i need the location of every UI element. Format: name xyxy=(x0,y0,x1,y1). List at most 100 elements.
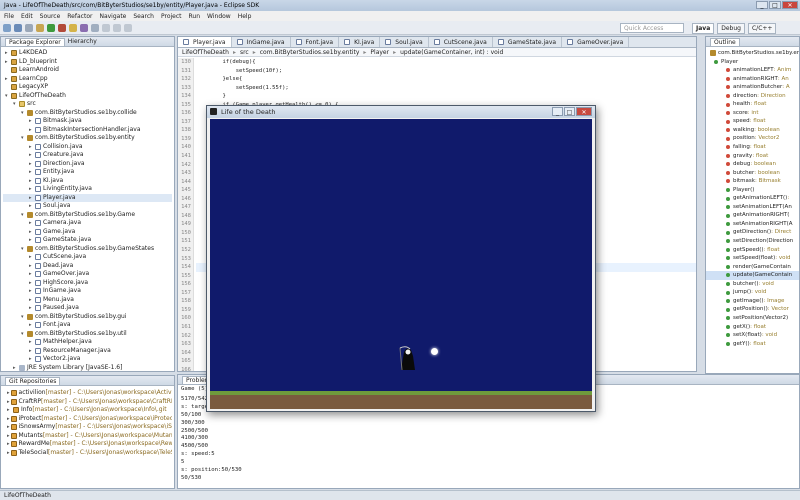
expand-arrow-icon[interactable]: ▾ xyxy=(21,313,26,322)
expand-arrow-icon[interactable]: ▸ xyxy=(29,151,34,160)
breadcrumb-item[interactable]: src xyxy=(240,49,249,56)
outline-member[interactable]: getImage() : Image xyxy=(706,297,799,306)
expand-arrow-icon[interactable]: ▸ xyxy=(29,262,34,271)
outline-member[interactable]: butcher : boolean xyxy=(706,169,799,178)
editor-tab[interactable]: Soul.java xyxy=(380,37,429,47)
expand-arrow-icon[interactable]: ▸ xyxy=(29,270,34,279)
tree-item[interactable]: ▸ Creature.java xyxy=(3,151,172,160)
tree-item[interactable]: ▸ ResourceManager.java xyxy=(3,347,172,356)
tree-item[interactable]: ▸ Dead.java xyxy=(3,262,172,271)
outline-member[interactable]: animationLEFT : Anim xyxy=(706,66,799,75)
git-repo-item[interactable]: ▸ Mutants [master] - C:\Users\Jonas\works… xyxy=(3,432,172,441)
code-line[interactable]: if(debug){ xyxy=(196,58,696,67)
tree-item[interactable]: ▸ Player.java xyxy=(3,193,172,203)
outline-member[interactable]: setPosition(Vector2) xyxy=(706,314,799,323)
tree-item[interactable]: ▾ com.BitByterStudios.se1by.util xyxy=(3,330,172,339)
editor-tab[interactable]: GameState.java xyxy=(493,37,563,47)
outline-member[interactable]: walking : boolean xyxy=(706,126,799,135)
tree-item[interactable]: ▾ LifeOfTheDeath xyxy=(3,92,172,101)
code-line[interactable]: } xyxy=(196,92,696,101)
quick-access-input[interactable]: Quick Access xyxy=(620,23,684,33)
expand-arrow-icon[interactable]: ▸ xyxy=(29,185,34,194)
tree-item[interactable]: ▸ LearnCpp xyxy=(3,75,172,84)
tree-item[interactable]: ▸ Vector2.java xyxy=(3,355,172,364)
tree-item[interactable]: ▸ Collision.java xyxy=(3,143,172,152)
outline-member[interactable]: animationRIGHT : An xyxy=(706,75,799,84)
external-tools-icon[interactable] xyxy=(58,24,66,32)
run-icon[interactable] xyxy=(47,24,55,32)
menu-item-source[interactable]: Source xyxy=(40,13,61,20)
git-repo-item[interactable]: ▸ activilion [master] - C:\Users\Jonas\wo… xyxy=(3,389,172,398)
outline-member[interactable]: getAnimationRIGHT( xyxy=(706,211,799,220)
outline-member[interactable]: bitmask : Bitmask xyxy=(706,177,799,186)
tree-item[interactable]: ▾ com.BitByterStudios.se1by.gui xyxy=(3,313,172,322)
editor-tab[interactable]: GameOver.java xyxy=(562,37,630,47)
breadcrumb-item[interactable]: LifeOfTheDeath xyxy=(182,49,229,56)
expand-arrow-icon[interactable]: ▸ xyxy=(7,432,10,441)
tree-item[interactable]: ▾ com.BitByterStudios.se1by.GameStates xyxy=(3,245,172,254)
open-type-icon[interactable] xyxy=(91,24,99,32)
tree-item[interactable]: ▸ MathHelper.java xyxy=(3,338,172,347)
expand-arrow-icon[interactable]: ▸ xyxy=(7,440,10,449)
game-window[interactable]: Life of the Death _ □ ✕ xyxy=(206,105,596,412)
editor-tab[interactable]: CutScene.java xyxy=(429,37,493,47)
minimize-button[interactable]: _ xyxy=(756,1,768,9)
expand-arrow-icon[interactable]: ▾ xyxy=(21,330,26,339)
code-line[interactable]: setSpeed(10f); xyxy=(196,67,696,76)
outline-member[interactable]: render(GameContain xyxy=(706,263,799,272)
outline-member[interactable]: butcher() : void xyxy=(706,280,799,289)
tree-item[interactable]: ▸ KI.java xyxy=(3,177,172,186)
tree-item[interactable]: ▸ Soul.java xyxy=(3,202,172,211)
expand-arrow-icon[interactable]: ▸ xyxy=(5,75,10,84)
expand-arrow-icon[interactable]: ▸ xyxy=(29,160,34,169)
menu-item-edit[interactable]: Edit xyxy=(21,13,33,20)
menu-item-refactor[interactable]: Refactor xyxy=(67,13,92,20)
expand-arrow-icon[interactable]: ▸ xyxy=(29,177,34,186)
code-line[interactable]: }else{ xyxy=(196,75,696,84)
expand-arrow-icon[interactable]: ▸ xyxy=(29,304,34,313)
perspective-java[interactable]: Java xyxy=(692,23,715,34)
outline-member[interactable]: direction : Direction xyxy=(706,92,799,101)
tree-item[interactable]: ▸ Font.java xyxy=(3,321,172,330)
outline-member[interactable]: Player() xyxy=(706,186,799,195)
outline-class[interactable]: Player xyxy=(706,58,799,67)
outline-member[interactable]: getPosition() : Vector xyxy=(706,305,799,314)
tree-item[interactable]: LearnAndroid xyxy=(3,66,172,75)
expand-arrow-icon[interactable]: ▸ xyxy=(29,228,34,237)
expand-arrow-icon[interactable]: ▸ xyxy=(7,449,10,458)
maximize-button[interactable]: □ xyxy=(769,1,781,9)
expand-arrow-icon[interactable]: ▸ xyxy=(7,423,10,432)
expand-arrow-icon[interactable]: ▸ xyxy=(7,398,10,407)
outline-member[interactable]: speed : float xyxy=(706,117,799,126)
expand-arrow-icon[interactable]: ▸ xyxy=(29,321,34,330)
game-close-button[interactable]: ✕ xyxy=(576,107,592,116)
expand-arrow-icon[interactable]: ▸ xyxy=(29,143,34,152)
expand-arrow-icon[interactable]: ▸ xyxy=(7,406,12,415)
outline-member[interactable]: update(GameContain xyxy=(706,271,799,280)
search-icon[interactable] xyxy=(102,24,110,32)
tab-outline[interactable]: Outline xyxy=(710,37,740,46)
perspective-cpp[interactable]: C/C++ xyxy=(747,23,777,34)
expand-arrow-icon[interactable]: ▸ xyxy=(5,49,10,58)
expand-arrow-icon[interactable]: ▸ xyxy=(29,126,34,135)
expand-arrow-icon[interactable]: ▸ xyxy=(29,194,34,203)
tree-item[interactable]: ▸ Game.java xyxy=(3,228,172,237)
perspective-debug[interactable]: Debug xyxy=(717,23,745,34)
debug-icon[interactable] xyxy=(36,24,44,32)
outline-member[interactable]: gravity : float xyxy=(706,152,799,161)
expand-arrow-icon[interactable]: ▸ xyxy=(29,168,34,177)
menu-item-run[interactable]: Run xyxy=(189,13,201,20)
outline-member[interactable]: jump() : void xyxy=(706,288,799,297)
tree-item[interactable]: ▸ L4KDEAD xyxy=(3,49,172,58)
tree-item[interactable]: ▸ JRE System Library [JavaSE-1.6] xyxy=(3,364,172,373)
nav-back-icon[interactable] xyxy=(113,24,121,32)
new-class-icon[interactable] xyxy=(80,24,88,32)
expand-arrow-icon[interactable]: ▸ xyxy=(29,287,34,296)
new-package-icon[interactable] xyxy=(69,24,77,32)
expand-arrow-icon[interactable]: ▸ xyxy=(29,117,34,126)
expand-arrow-icon[interactable]: ▸ xyxy=(7,389,10,398)
expand-arrow-icon[interactable]: ▾ xyxy=(13,100,18,109)
tree-item[interactable]: ▸ Paused.java xyxy=(3,304,172,313)
expand-arrow-icon[interactable]: ▸ xyxy=(29,202,34,211)
outline-member[interactable]: setAnimationRIGHT(A xyxy=(706,220,799,229)
